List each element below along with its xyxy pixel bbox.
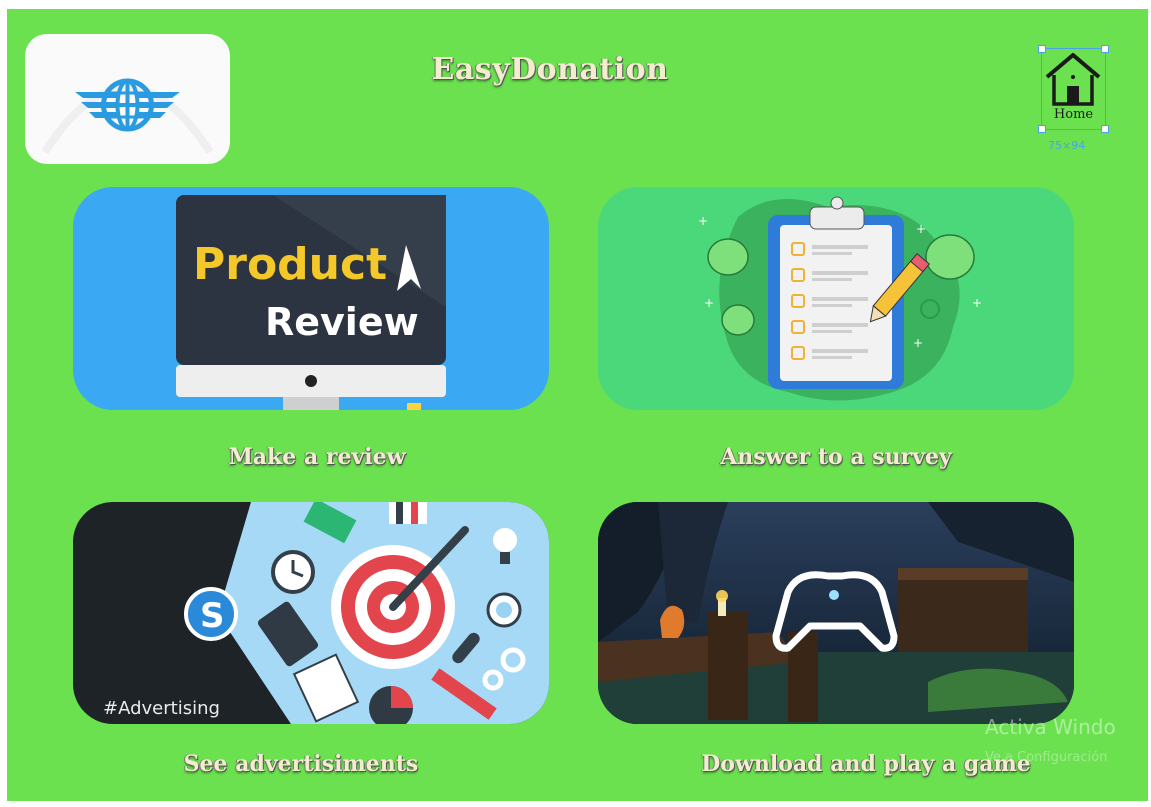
advertising-image: S #Advertising	[103, 502, 549, 724]
resize-handle[interactable]	[1038, 125, 1046, 133]
advertising-label[interactable]: See advertisiments	[61, 751, 541, 777]
survey-card[interactable]: + + + + +	[598, 187, 1074, 410]
review-label[interactable]: Make a review	[77, 444, 557, 470]
activation-watermark-sub: Ve a Configuración	[985, 750, 1108, 765]
advertising-text: #Advertising	[103, 698, 220, 719]
svg-text:+: +	[698, 214, 708, 228]
svg-text:+: +	[916, 222, 926, 236]
product-review-image: Product Review	[176, 195, 446, 410]
game-card[interactable]	[598, 502, 1074, 724]
home-label: Home	[1053, 107, 1094, 122]
selection-dimensions: 75×94	[1048, 139, 1086, 152]
logo[interactable]	[25, 34, 230, 164]
house-icon	[1045, 53, 1101, 106]
review-text: Review	[265, 300, 419, 344]
clipboard-image: + + + + +	[698, 196, 982, 401]
home-button[interactable]: Home	[1038, 45, 1109, 133]
svg-text:+: +	[704, 296, 714, 310]
svg-text:+: +	[972, 296, 982, 310]
svg-text:+: +	[913, 336, 923, 350]
survey-label[interactable]: Answer to a survey	[596, 444, 1076, 470]
activation-watermark: Activa Windo	[985, 715, 1116, 739]
resize-handle[interactable]	[1101, 45, 1109, 53]
advertising-card[interactable]: S #Advertising	[73, 502, 549, 724]
globe-wings-icon	[41, 78, 214, 155]
app-title: EasyDonation	[431, 52, 669, 87]
resize-handle[interactable]	[1101, 125, 1109, 133]
svg-text:S: S	[200, 596, 225, 636]
review-card[interactable]: Product Review	[73, 187, 549, 410]
product-text: Product	[193, 239, 387, 290]
game-scene-image	[598, 502, 1074, 724]
resize-handle[interactable]	[1038, 45, 1046, 53]
